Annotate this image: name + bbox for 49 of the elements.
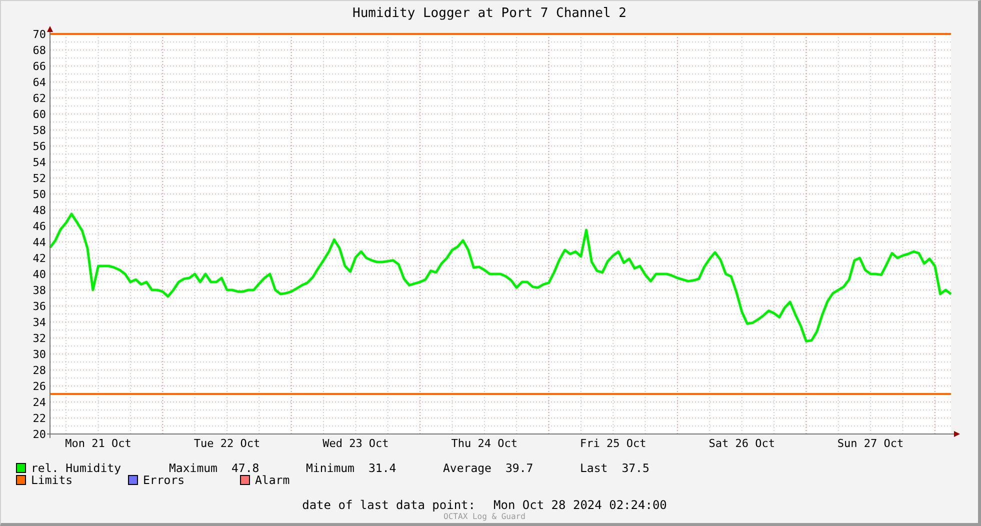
axis-tick-label: 40 bbox=[32, 268, 46, 281]
axis-tick-label: 54 bbox=[32, 156, 46, 169]
axis-tick-label: 68 bbox=[32, 44, 46, 57]
axis-tick-label: 44 bbox=[32, 236, 46, 249]
axis-tick-label: 20 bbox=[32, 428, 46, 441]
axis-tick-label: 46 bbox=[32, 220, 46, 233]
stat-label: Average bbox=[443, 462, 492, 474]
axis-tick-label: Fri 25 Oct bbox=[580, 437, 646, 450]
axis-tick-label: 30 bbox=[32, 348, 46, 361]
legend-label: Alarm bbox=[255, 474, 290, 486]
legend-label: Errors bbox=[143, 474, 185, 486]
axis-tick-label: 56 bbox=[32, 140, 46, 153]
stat-value: 31.4 bbox=[368, 462, 396, 474]
axis-tick-label: 24 bbox=[32, 396, 46, 409]
axis-tick-label: 66 bbox=[32, 60, 46, 73]
axis-tick-label: 28 bbox=[32, 364, 46, 377]
axis-tick-label: 26 bbox=[32, 380, 46, 393]
stat-value: 39.7 bbox=[505, 462, 534, 474]
stat-label: Last bbox=[580, 462, 608, 474]
footer-label: date of last data point: bbox=[302, 498, 476, 512]
axis-tick-label: 62 bbox=[32, 92, 46, 105]
last-data-date: Mon Oct 28 2024 02:24:00 bbox=[494, 498, 667, 512]
axis-tick-label: 50 bbox=[32, 188, 46, 201]
axis-tick-label: 32 bbox=[32, 332, 46, 345]
axis-tick-label: Wed 23 Oct bbox=[322, 437, 389, 450]
stat-value: 37.5 bbox=[622, 462, 650, 474]
axis-tick-label: 48 bbox=[32, 204, 46, 217]
axis-tick-label: 42 bbox=[32, 252, 46, 265]
axis-tick-label: Mon 21 Oct bbox=[65, 437, 132, 450]
axis-tick-label: 36 bbox=[32, 300, 46, 313]
axis-tick-label: 52 bbox=[32, 172, 46, 185]
credit-text: OCTAX Log & Guard bbox=[444, 512, 526, 521]
axis-tick-label: 64 bbox=[32, 76, 46, 89]
chart-title: Humidity Logger at Port 7 Channel 2 bbox=[352, 5, 628, 23]
axis-tick-label: 58 bbox=[32, 124, 46, 137]
stat-label: Minimum bbox=[306, 462, 354, 474]
axis-tick-label: Sat 26 Oct bbox=[708, 437, 775, 450]
legend-label: rel. Humidity bbox=[31, 462, 122, 474]
axis-tick-label: 34 bbox=[32, 316, 46, 329]
stat-value: 47.8 bbox=[231, 462, 260, 474]
legend-label: Limits bbox=[31, 474, 73, 486]
axis-tick-label: Sun 27 Oct bbox=[837, 437, 904, 450]
axis-tick-label: 38 bbox=[32, 284, 46, 297]
axis-tick-label: 22 bbox=[32, 412, 46, 425]
axis-tick-label: Tue 22 Oct bbox=[194, 437, 260, 450]
stat-label: Maximum bbox=[169, 462, 218, 474]
axis-tick-label: 70 bbox=[32, 28, 46, 41]
axis-tick-label: 60 bbox=[32, 108, 46, 121]
axis-tick-label: Thu 24 Oct bbox=[451, 437, 518, 450]
